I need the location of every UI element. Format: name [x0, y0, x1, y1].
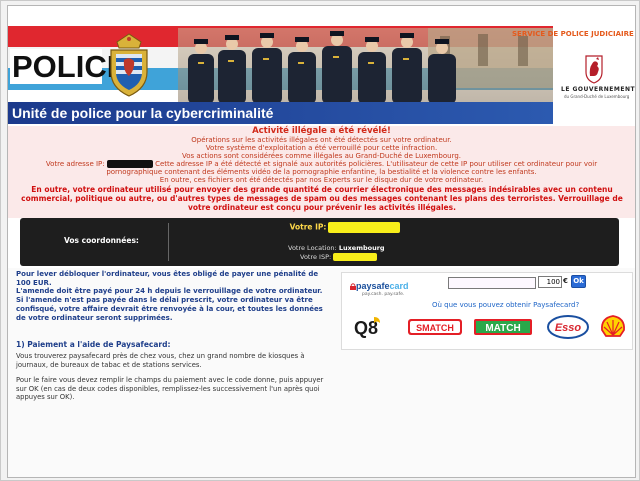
warning-red-paragraph: En outre, votre ordinateur utilisé pour … — [21, 185, 623, 212]
esso-logo-icon: Esso — [547, 315, 589, 339]
smatch-logo-icon: SMATCH — [408, 319, 462, 335]
service-title: SERVICE DE POLICE JUDICIAIRE — [512, 30, 634, 38]
warning-title: Activité illégale a été révélé! — [252, 126, 391, 136]
shell-logo-icon — [601, 315, 625, 337]
unit-title: Unité de police pour la cybercriminalité — [12, 105, 274, 121]
instructions-para-2: L'amende doit être payé pour 24 h depuis… — [16, 287, 323, 296]
coordinates-panel: Vos coordonnées: Votre IP: Votre Locatio… — [20, 218, 619, 266]
coordinates-divider — [168, 223, 169, 261]
officers-photo — [178, 28, 553, 104]
government-subtitle: du Grand-Duché de Luxembourg — [564, 94, 630, 99]
paysafecard-panel: paysafecard pay.cash. pay.safe. 100 € Ok… — [341, 272, 633, 350]
where-to-buy-link[interactable]: Où que vous pouvez obtenir Paysafecard? — [432, 301, 579, 309]
location-value: Luxembourg — [338, 244, 385, 252]
q8-logo-icon: Q8 — [354, 317, 380, 338]
paysafecard-tagline: pay.cash. pay.safe. — [362, 292, 405, 297]
amount-field[interactable]: 100 — [538, 276, 562, 288]
ip-highlight-redacted — [328, 222, 401, 233]
coordinates-label: Vos coordonnées: — [64, 236, 139, 245]
redacted-ip — [106, 160, 153, 168]
payment-heading: 1) Paiement a l'aide de Paysafecard: — [16, 340, 171, 349]
header-banner: POLICE Unité de police pour la cybercrim… — [8, 6, 635, 126]
instructions-para-1: Pour lever débloquer l'ordinateur, vous … — [16, 270, 319, 287]
location-label: Votre Location: — [288, 244, 337, 252]
paysafecard-code-input[interactable] — [448, 277, 536, 289]
ok-button[interactable]: Ok — [571, 275, 586, 288]
location-line: Votre Location: Luxembourg — [288, 244, 385, 252]
match-logo-icon: MATCH — [474, 319, 532, 335]
ip-label: Votre IP: — [289, 222, 327, 232]
svg-text:MATCH: MATCH — [485, 323, 520, 334]
svg-text:Esso: Esso — [555, 322, 582, 334]
payment-paragraph-1: Vous trouverez paysafecard près de chez … — [16, 352, 305, 369]
warning-line-5: pornographique contenant des éléments vi… — [106, 168, 537, 176]
isp-line: Votre ISP: — [300, 253, 378, 261]
ransom-page: POLICE Unité de police pour la cybercrim… — [7, 5, 636, 478]
lion-crest-icon — [585, 55, 603, 84]
warning-line-6: En outre, ces fichiers ont été détectés … — [159, 176, 484, 184]
isp-label: Votre ISP: — [300, 253, 332, 261]
isp-highlight-redacted — [333, 253, 378, 261]
warning-line-3: Vos actions sont considérées comme illég… — [182, 152, 461, 160]
paysafecard-logo: paysafecard pay.cash. pay.safe. — [346, 277, 428, 299]
warning-line-4-text: Cette adresse IP a été détecté et signal… — [155, 160, 598, 168]
instructions-text: Pour lever débloquer l'ordinateur, vous … — [16, 270, 328, 322]
police-emblem-icon — [110, 33, 148, 97]
government-title: LE GOUVERNEMENT — [561, 86, 636, 93]
warning-line-4: Votre adresse IP: Cette adresse IP a été… — [8, 160, 635, 168]
bottom-section: Pour lever débloquer l'ordinateur, vous … — [8, 268, 635, 477]
currency-symbol: € — [563, 277, 568, 285]
svg-text:SMATCH: SMATCH — [416, 323, 454, 333]
warning-section: Activité illégale a été révélé! Opératio… — [8, 126, 635, 218]
payment-paragraph-2: Pour le faire vous devez remplir le cham… — [16, 376, 324, 401]
ip-line: Votre IP: — [170, 222, 520, 233]
instructions-para-3: Si l'amende n'est pas payée dans le déla… — [16, 296, 323, 322]
paysafecard-wordmark: paysafecard — [356, 281, 409, 291]
ip-address-label: Votre adresse IP: — [45, 160, 105, 168]
warning-line-1: Opérations sur les activités illégales o… — [191, 136, 452, 144]
warning-line-2: Votre système d'exploitation a été verro… — [205, 144, 438, 152]
browser-window: POLICE Unité de police pour la cybercrim… — [0, 0, 640, 481]
